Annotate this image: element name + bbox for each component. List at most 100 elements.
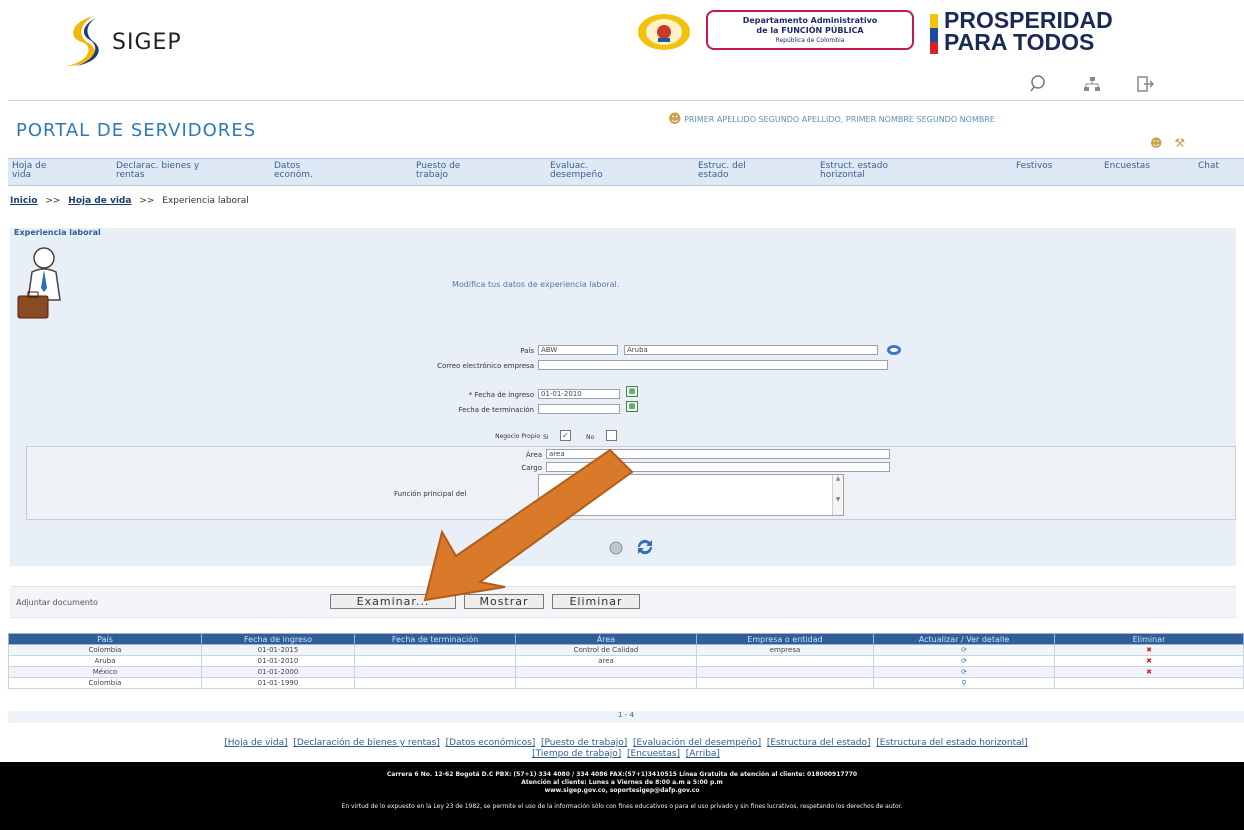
pais-code-input[interactable]: ABW xyxy=(538,345,618,355)
nav-puesto-trabajo[interactable]: Puesto de trabajo xyxy=(416,162,460,180)
nav-hoja-de-vida[interactable]: Hoja de vida xyxy=(12,162,46,180)
fecha-terminacion-input[interactable] xyxy=(538,404,620,414)
nav-evaluacion-desempeno[interactable]: Evaluac. desempeño xyxy=(550,162,603,180)
delete-icon[interactable]: ✖ xyxy=(1054,666,1244,678)
portal-title: PORTAL DE SERVIDORES xyxy=(16,120,257,141)
edit-icon[interactable]: ⟳ xyxy=(873,644,1055,656)
users-icon: ☻ xyxy=(668,112,682,127)
sigep-logo[interactable]: SIGEP xyxy=(60,12,260,72)
col-empresa[interactable]: Empresa o entidad xyxy=(696,633,874,645)
footer-link-datos-economicos[interactable]: [Datos económicos] xyxy=(446,738,536,748)
group-icon[interactable]: ☻ xyxy=(1150,136,1163,150)
footer-hours: Atención al cliente: Lunes a Viernes de … xyxy=(521,779,723,786)
pager[interactable]: 1 - 4 xyxy=(8,711,1244,723)
footer-web[interactable]: www.sigep.gov.co, soportesigep@dafp.gov.… xyxy=(0,787,1244,795)
table-row: Colombia 01-01-1990 ⚲ xyxy=(8,677,1244,689)
cell-area xyxy=(515,677,697,689)
negocio-no-checkbox[interactable] xyxy=(606,430,617,441)
edit-icon[interactable]: ⟳ xyxy=(873,655,1055,667)
col-area[interactable]: Área xyxy=(515,633,697,645)
refresh-icon[interactable] xyxy=(634,536,656,558)
cell-fecha-terminacion xyxy=(354,666,516,678)
nav-label: Festivos xyxy=(1016,161,1053,171)
eliminar-button[interactable]: Eliminar xyxy=(552,594,640,609)
dafp-logo: Departamento Administrativo de la FUNCIÓ… xyxy=(706,10,914,50)
footer-link-tiempo-trabajo[interactable]: [Tiempo de trabajo] xyxy=(532,749,621,759)
funcion-principal-label: Función principal del xyxy=(394,490,467,498)
breadcrumb-hoja-de-vida-link[interactable]: Hoja de vida xyxy=(68,196,131,206)
nav-chat[interactable]: Chat xyxy=(1198,162,1219,171)
user-name: PRIMER APELLIDO SEGUNDO APELLIDO, PRIMER… xyxy=(684,115,995,124)
sitemap-icon[interactable] xyxy=(1081,74,1103,96)
breadcrumb-home-link[interactable]: Inicio xyxy=(10,196,37,206)
footer-link-evaluacion[interactable]: [Evaluación del desempeño] xyxy=(633,738,761,748)
negocio-propio-label: Negocio Propio xyxy=(495,433,540,440)
nav-estructura-estado[interactable]: Estruc. del estado xyxy=(698,162,746,180)
cell-fecha-terminacion xyxy=(354,655,516,667)
footer-link-estructura-estado[interactable]: [Estructura del estado] xyxy=(767,738,871,748)
cell-pais: Colombia xyxy=(8,677,202,689)
examinar-button[interactable]: Examinar... xyxy=(330,594,456,609)
si-label: Si xyxy=(543,434,549,441)
breadcrumb-separator: >> xyxy=(45,196,61,206)
footer-link-puesto-trabajo[interactable]: [Puesto de trabajo] xyxy=(541,738,627,748)
cell-pais: Aruba xyxy=(8,655,202,667)
nav-estructura-horizontal[interactable]: Estruct. estado horizontal xyxy=(820,162,888,180)
prosperidad-logo: PROSPERIDAD PARA TODOS xyxy=(930,8,1190,60)
cell-fecha-ingreso: 01-01-1990 xyxy=(201,677,355,689)
cell-empresa xyxy=(696,677,874,689)
nav-datos-economicos[interactable]: Datos económ. xyxy=(274,162,313,180)
calendar-icon[interactable]: ▦ xyxy=(626,386,638,397)
cargo-label: Cargo xyxy=(521,464,542,472)
sigep-logo-text: SIGEP xyxy=(112,30,182,55)
logout-icon[interactable] xyxy=(1134,74,1156,96)
search-country-icon[interactable] xyxy=(886,344,902,356)
view-icon[interactable]: ⚲ xyxy=(873,677,1055,689)
footer-link-arriba[interactable]: [Arriba] xyxy=(686,749,720,759)
cell-fecha-ingreso: 01-01-2010 xyxy=(201,655,355,667)
fecha-ingreso-input[interactable]: 01-01-2010 xyxy=(538,389,620,399)
mostrar-button[interactable]: Mostrar xyxy=(464,594,544,609)
cell-fecha-ingreso: 01-01-2015 xyxy=(201,644,355,656)
area-label: Área xyxy=(525,451,542,459)
table-header-row: País Fecha de ingreso Fecha de terminaci… xyxy=(8,633,1244,645)
breadcrumb-separator: >> xyxy=(139,196,155,206)
negocio-si-checkbox[interactable]: ✓ xyxy=(560,430,571,441)
footer-link-encuestas[interactable]: [Encuestas] xyxy=(627,749,680,759)
site-footer: Carrera 6 No. 12-62 Bogotá D.C PBX: (57+… xyxy=(0,762,1244,830)
cell-empresa xyxy=(696,666,874,678)
nav-label: vida xyxy=(12,170,32,180)
main-nav: Hoja de vida Declarac. bienes y rentas Dat… xyxy=(8,158,1244,186)
textarea-scrollbar[interactable]: ▲ ▼ xyxy=(832,475,843,515)
header-icons xyxy=(1028,74,1198,96)
area-input[interactable]: area xyxy=(546,449,890,459)
col-fecha-terminacion[interactable]: Fecha de terminación xyxy=(354,633,516,645)
nav-label: trabajo xyxy=(416,170,448,180)
footer-legal: En virtud de lo expuesto en la Ley 23 de… xyxy=(341,803,903,810)
dafp-line1: Departamento Administrativo xyxy=(742,16,878,25)
delete-icon[interactable]: ✖ xyxy=(1054,644,1244,656)
cell-area: area xyxy=(515,655,697,667)
col-eliminar: Eliminar xyxy=(1054,633,1244,645)
nav-declaracion-bienes[interactable]: Declarac. bienes y rentas xyxy=(116,162,199,180)
tools-icon[interactable]: ⚒ xyxy=(1174,136,1185,150)
footer-link-declaracion[interactable]: [Declaración de bienes y rentas] xyxy=(293,738,440,748)
funcion-principal-textarea[interactable]: ▲ ▼ xyxy=(538,474,844,516)
correo-input[interactable] xyxy=(538,360,888,370)
col-pais[interactable]: País xyxy=(8,633,202,645)
delete-icon[interactable]: ✖ xyxy=(1054,655,1244,667)
edit-icon[interactable]: ⟳ xyxy=(873,666,1055,678)
search-icon[interactable] xyxy=(1028,74,1050,96)
col-fecha-ingreso[interactable]: Fecha de ingreso xyxy=(201,633,355,645)
fecha-terminacion-label: Fecha de terminación xyxy=(458,406,534,414)
footer-link-estructura-horizontal[interactable]: [Estructura del estado horizontal] xyxy=(876,738,1027,748)
save-icon[interactable] xyxy=(608,540,624,556)
nav-encuestas[interactable]: Encuestas xyxy=(1104,162,1150,171)
footer-link-hoja-de-vida[interactable]: [Hoja de vida] xyxy=(224,738,287,748)
calendar-icon[interactable]: ▦ xyxy=(626,401,638,412)
pais-name-input[interactable]: Aruba xyxy=(624,345,878,355)
nav-festivos[interactable]: Festivos xyxy=(1016,162,1052,171)
breadcrumb: Inicio >> Hoja de vida >> Experiencia la… xyxy=(10,196,249,206)
cargo-input[interactable] xyxy=(546,462,890,472)
nav-label: Chat xyxy=(1198,161,1220,171)
